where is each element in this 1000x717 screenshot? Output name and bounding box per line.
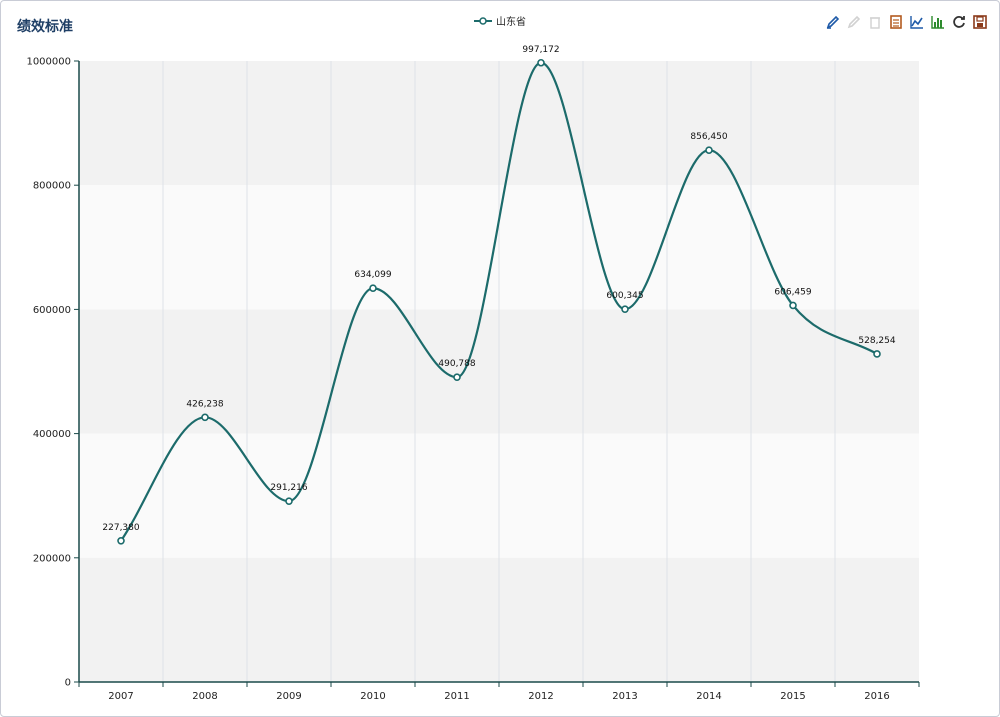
x-tick-label: 2012	[528, 691, 553, 702]
data-point[interactable]	[453, 373, 461, 382]
x-tick-label: 2010	[360, 691, 385, 702]
data-label: 856,450	[690, 132, 727, 142]
y-tick-label: 800000	[33, 181, 71, 192]
data-point[interactable]	[789, 301, 797, 310]
data-label: 606,459	[774, 287, 811, 297]
x-tick-label: 2011	[444, 691, 469, 702]
data-point[interactable]	[201, 413, 209, 422]
chart-frame: 绩效标准 山东省 0 200000 400000 600000 800000 1…	[0, 0, 1000, 717]
data-point[interactable]	[369, 284, 377, 293]
data-point[interactable]	[285, 497, 293, 505]
data-point[interactable]	[117, 536, 125, 545]
data-label: 490,788	[438, 359, 475, 369]
data-point[interactable]	[873, 350, 881, 358]
data-label: 634,099	[354, 270, 391, 280]
data-label: 426,238	[186, 399, 223, 409]
data-label: 997,172	[522, 45, 559, 55]
data-label: 291,216	[270, 483, 307, 493]
data-point[interactable]	[705, 146, 713, 154]
y-tick-label: 0	[65, 678, 71, 689]
x-tick-label: 2013	[612, 691, 637, 702]
data-label: 227,380	[102, 523, 139, 533]
data-label: 528,254	[858, 336, 895, 346]
y-tick-label: 200000	[33, 553, 71, 564]
x-tick-label: 2007	[108, 691, 133, 702]
data-point[interactable]	[621, 305, 629, 313]
y-tick-label: 1000000	[26, 57, 71, 68]
x-tick-label: 2016	[864, 691, 889, 702]
data-label: 600,345	[606, 291, 643, 301]
x-tick-label: 2008	[192, 691, 217, 702]
data-point[interactable]	[537, 58, 545, 67]
y-tick-label: 600000	[33, 305, 71, 316]
line-chart: 02000004000006000008000001000000 2007 200…	[26, 45, 920, 702]
x-tick-label: 2015	[780, 691, 805, 702]
x-tick-label: 2014	[696, 691, 721, 702]
y-axis-ticks: 0 200000 400000 600000 800000 1000000	[26, 57, 79, 689]
y-tick-label: 400000	[33, 429, 71, 440]
x-tick-label: 2009	[276, 691, 301, 702]
x-axis-ticks: 2007 2008 2009 2010 2011 2012 2013 2014 2015 2016	[78, 682, 920, 702]
